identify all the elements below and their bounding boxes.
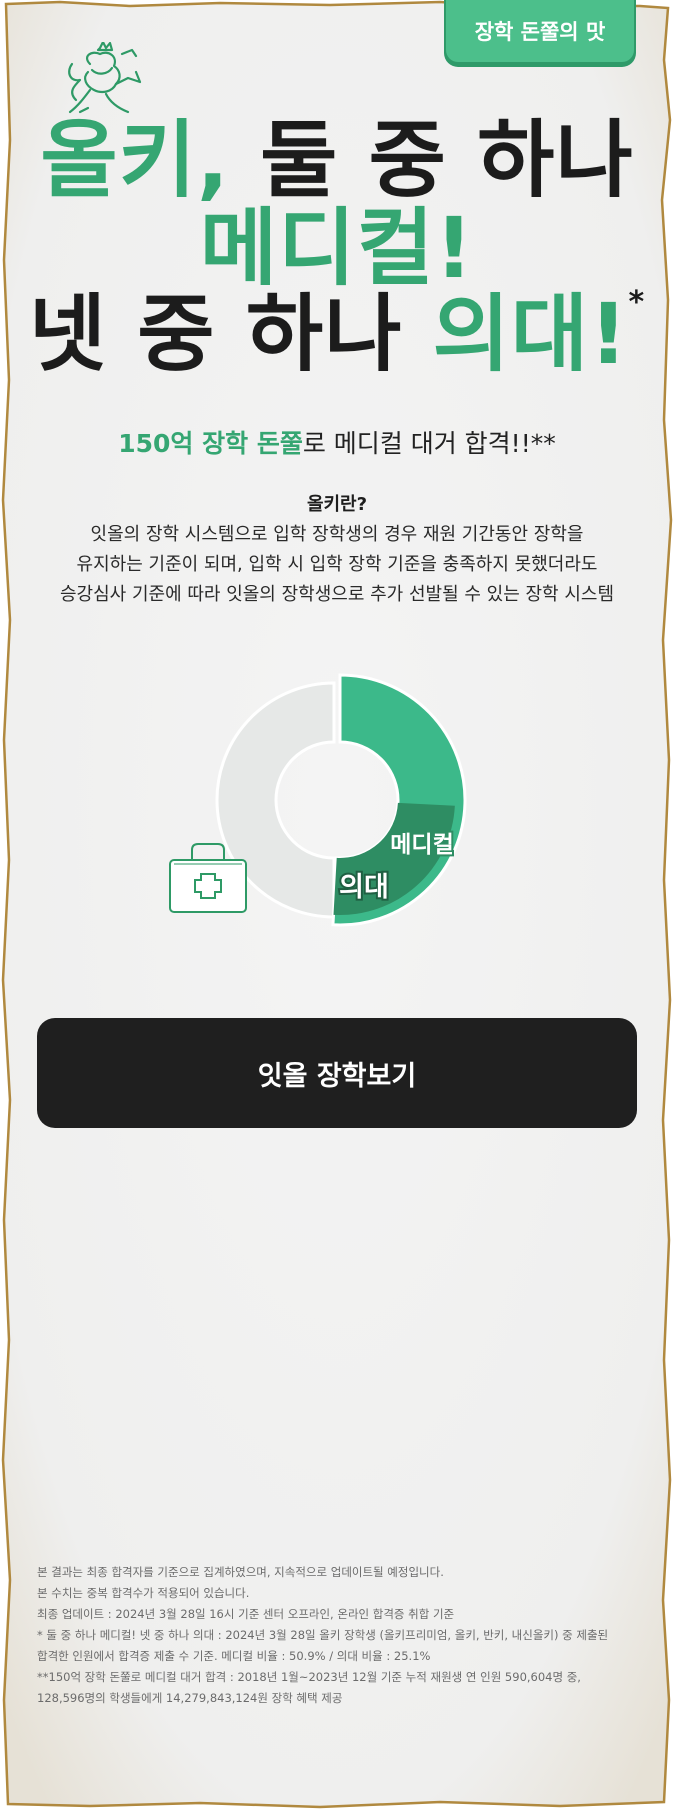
- definition-line-2: 유지하는 기준이 되며, 입학 시 입학 장학 기준을 충족하지 못했더라도: [76, 554, 598, 575]
- subheadline: 150억 장학 돈쭐로 메디컬 대거 합격!!**: [0, 424, 674, 460]
- lion-crest-icon: [68, 42, 142, 114]
- category-tag-label: 장학 돈쭐의 맛: [474, 20, 606, 44]
- subheadline-highlight: 150억 장학 돈쭐: [118, 429, 303, 458]
- donut-label-med-school: 의대: [339, 872, 389, 903]
- footnote-7: 128,596명의 학생들에게 14,279,843,124원 장학 혜택 제공: [37, 1691, 343, 1705]
- footnotes: 본 결과는 최종 합격자를 기준으로 집계하였으며, 지속적으로 업데이트될 예…: [37, 1562, 637, 1709]
- view-scholarship-button-label: 잇올 장학보기: [257, 1060, 417, 1092]
- footnote-5: 합격한 인원에서 합격증 제출 수 기준. 메디컬 비율 : 50.9% / 의…: [37, 1649, 431, 1663]
- footnote-4: * 둘 중 하나 메디컬! 넷 중 하나 의대 : 2024년 3월 28일 올…: [37, 1628, 609, 1642]
- headline-medical: 메디컬!: [199, 199, 475, 297]
- definition-line-3: 승강심사 기준에 따라 잇올의 장학생으로 추가 선발될 수 있는 장학 시스템: [59, 584, 614, 605]
- result-donut-chart: 메디컬의대: [169, 673, 467, 927]
- definition-line-1: 잇올의 장학 시스템으로 입학 장학생의 경우 재원 기간동안 장학을: [90, 524, 584, 545]
- subheadline-rest: 로 메디컬 대거 합격!!**: [302, 429, 556, 458]
- donut-label-medical: 메디컬: [390, 832, 453, 858]
- view-scholarship-button[interactable]: 잇올 장학보기: [37, 1018, 637, 1128]
- footnote-1: 본 결과는 최종 합격자를 기준으로 집계하였으며, 지속적으로 업데이트될 예…: [37, 1565, 444, 1579]
- category-tag: 장학 돈쭐의 맛: [444, 0, 636, 64]
- headline-olki: 올키,: [40, 111, 230, 209]
- headline-med-school: 의대!: [432, 285, 629, 383]
- headline-line-2: 메디컬!: [0, 206, 674, 290]
- headline-two-of-one: 둘 중 하나: [260, 111, 634, 209]
- headline-four-of-one: 넷 중 하나: [28, 285, 403, 383]
- definition-title: 올키란?: [306, 494, 368, 515]
- footnote-3: 최종 업데이트 : 2024년 3월 28일 16시 기준 센터 오프라인, 온…: [37, 1607, 455, 1621]
- footnote-6: **150억 장학 돈쭐로 메디컬 대거 합격 : 2018년 1월~2023년…: [37, 1670, 581, 1684]
- footnote-2: 본 수치는 중복 합격수가 적용되어 있습니다.: [37, 1586, 250, 1600]
- headline-asterisk: *: [628, 285, 646, 320]
- headline-line-1: 올키, 둘 중 하나: [0, 118, 674, 202]
- definition-body: 잇올의 장학 시스템으로 입학 장학생의 경우 재원 기간동안 장학을 유지하는…: [40, 520, 634, 610]
- headline-line-3: 넷 중 하나 의대!*: [0, 288, 674, 377]
